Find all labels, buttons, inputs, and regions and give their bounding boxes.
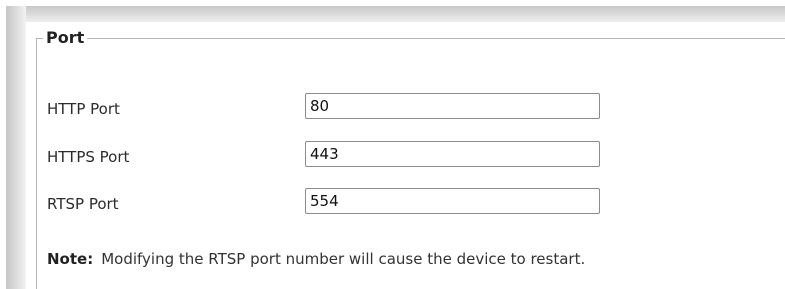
port-settings-screen: Port HTTP Port HTTPS Port RTSP Port Note… (0, 0, 785, 289)
https-port-label: HTTPS Port (47, 148, 130, 166)
note-text: Modifying the RTSP port number will caus… (101, 250, 586, 268)
http-port-label: HTTP Port (47, 100, 120, 118)
http-port-input[interactable] (305, 93, 600, 119)
restart-note: Note: Modifying the RTSP port number will… (47, 250, 585, 268)
section-title: Port (43, 28, 88, 47)
rtsp-port-input[interactable] (305, 188, 600, 214)
rtsp-port-row: RTSP Port (26, 188, 726, 220)
rtsp-port-label: RTSP Port (47, 195, 119, 213)
panel-shadow-left (6, 6, 26, 289)
https-port-input[interactable] (305, 141, 600, 167)
port-settings-panel: Port HTTP Port HTTPS Port RTSP Port Note… (26, 22, 785, 289)
http-port-row: HTTP Port (26, 93, 726, 125)
https-port-row: HTTPS Port (26, 141, 726, 173)
note-label: Note: (47, 250, 94, 268)
